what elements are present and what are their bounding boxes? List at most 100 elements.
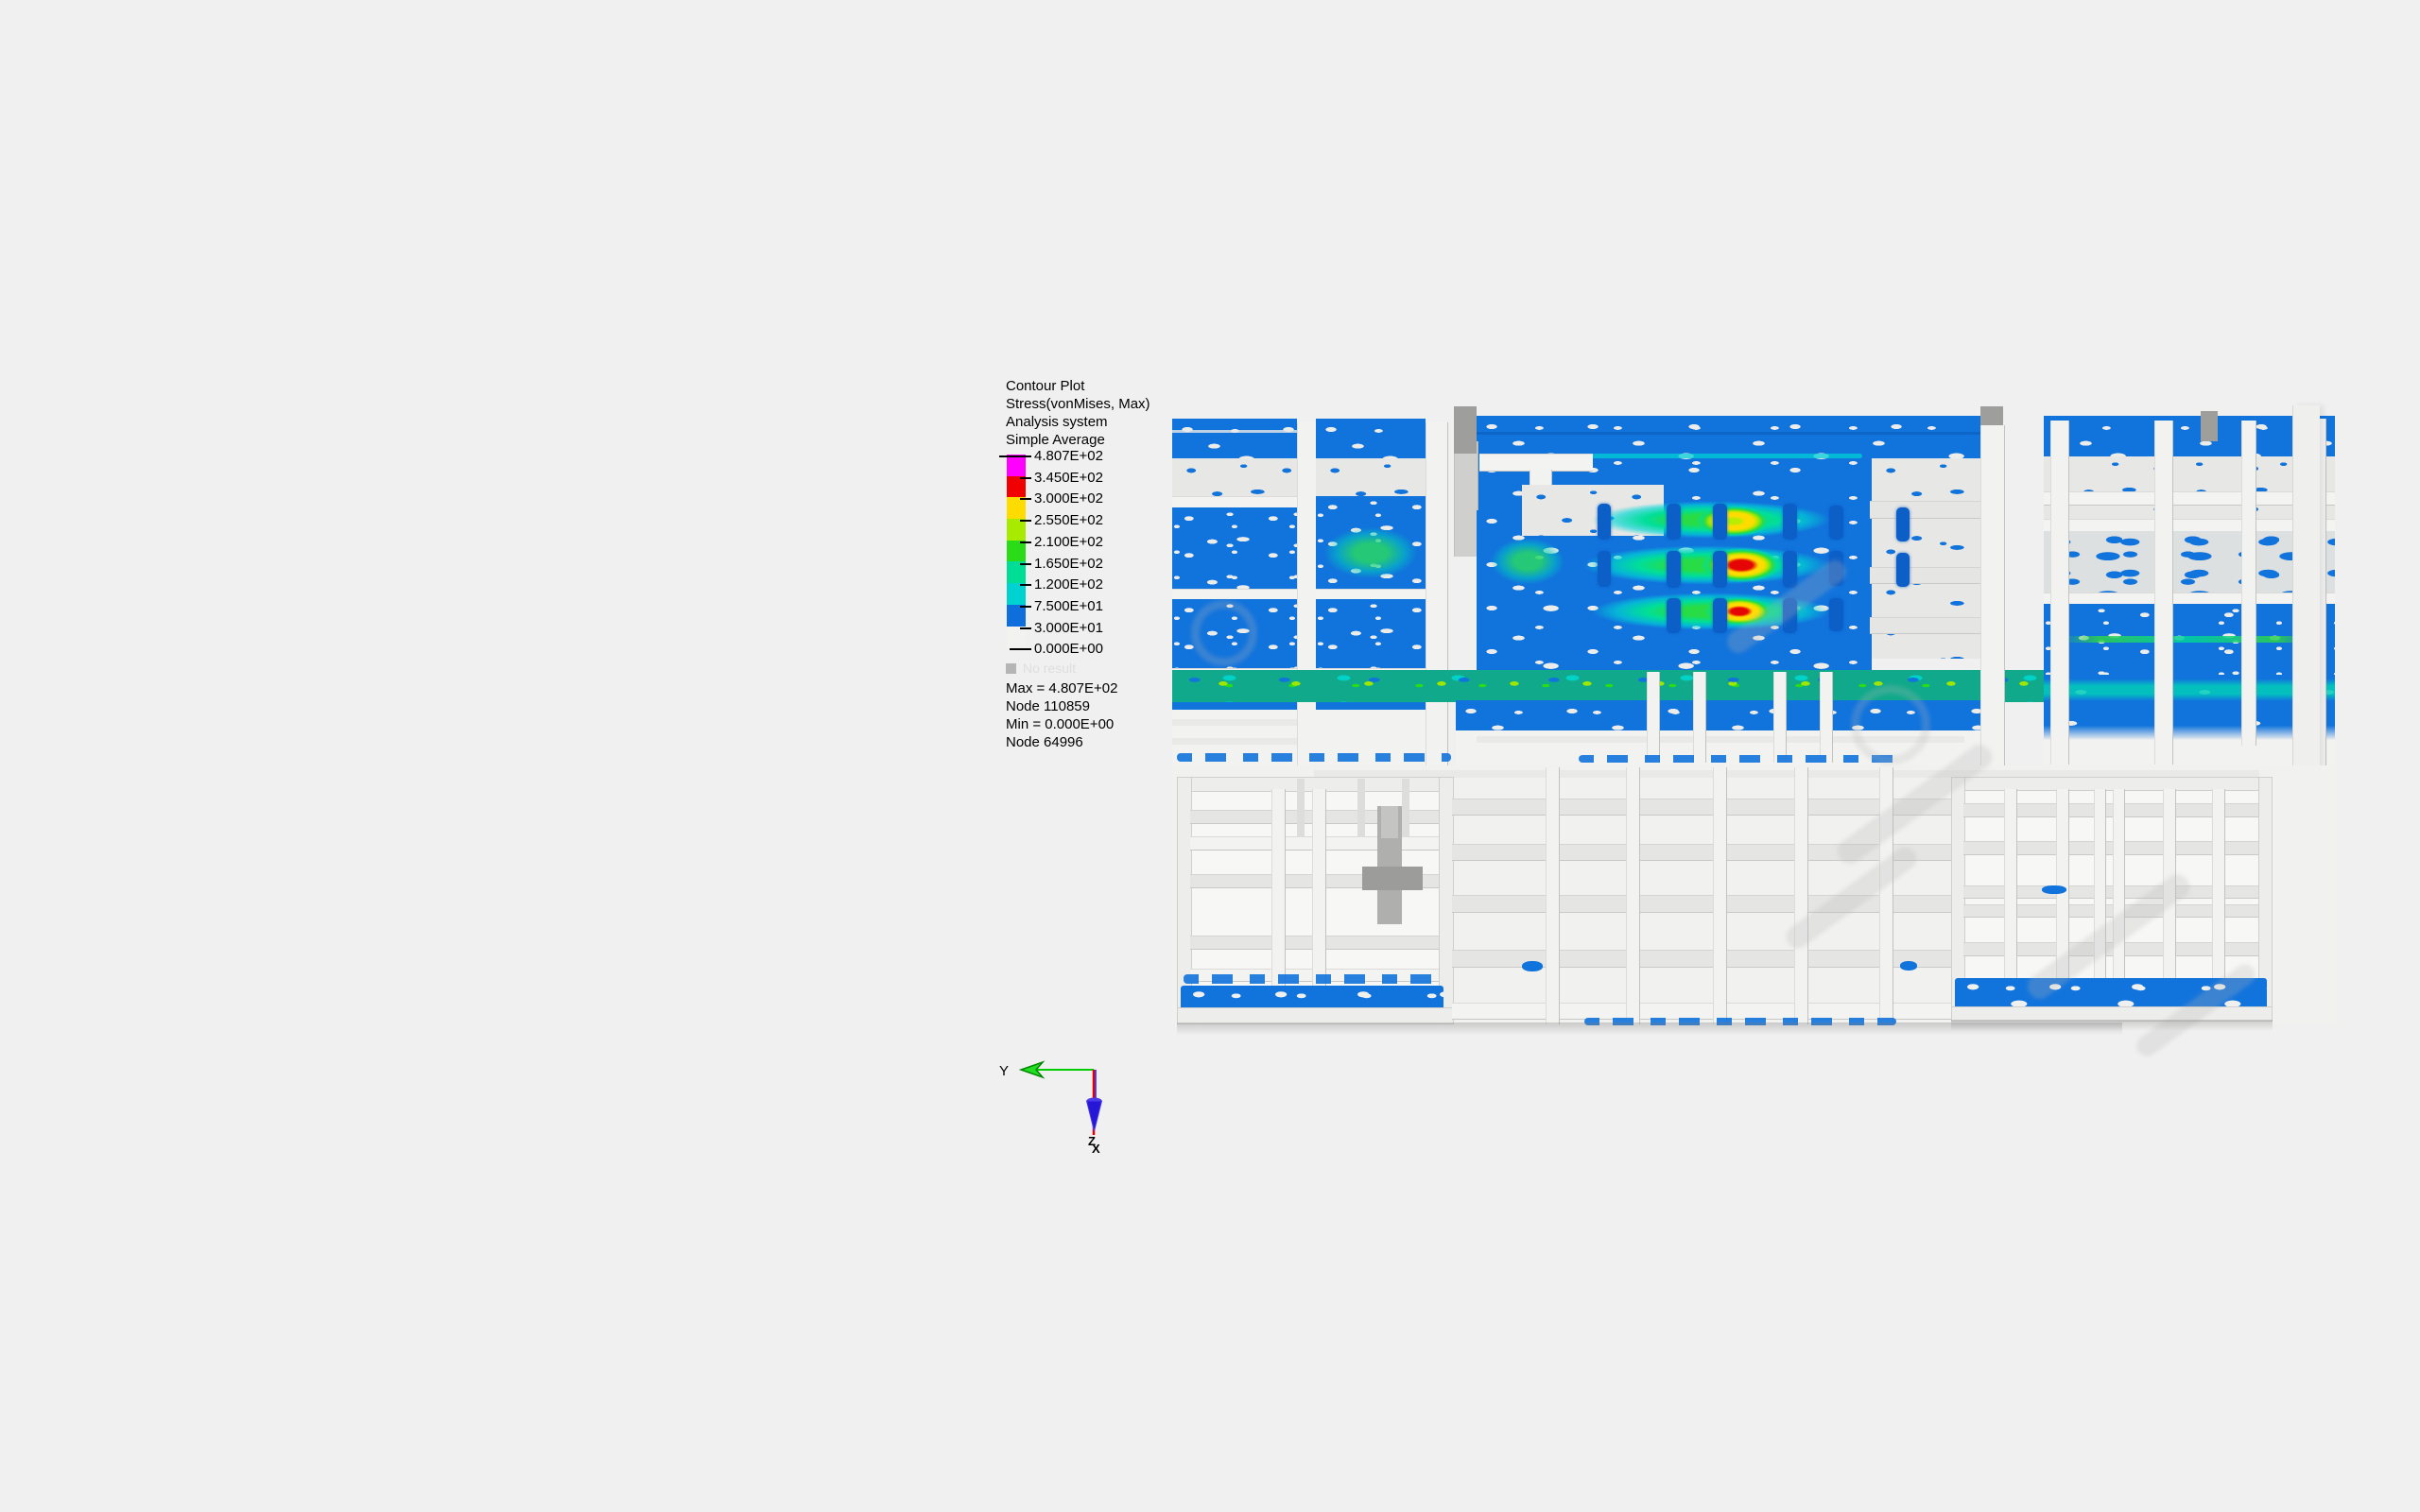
contour-specks	[1522, 961, 1543, 971]
frame-post	[1626, 767, 1640, 1024]
axis-triad: Y Z X	[997, 1054, 1120, 1162]
colorbar-segment	[1007, 455, 1026, 476]
colorbar-value: 3.000E+02	[1034, 490, 1103, 507]
colorbar-tick	[999, 455, 1031, 457]
stress-streak	[1316, 523, 1426, 583]
hyperview-viewport: Contour Plot Stress(vonMises, Max) Analy…	[0, 0, 2420, 1512]
colorbar-segment	[1007, 627, 1026, 648]
frame-post	[2050, 421, 2069, 765]
contour-band	[1316, 458, 1426, 496]
no-result-swatch	[1006, 663, 1016, 674]
frame-post	[1297, 779, 1305, 837]
colorbar-tick	[1020, 584, 1031, 586]
legend-stats: Max = 4.807E+02 Node 110859 Min = 0.000E…	[1006, 679, 1117, 751]
contour-band	[2044, 708, 2335, 740]
frame-post	[1713, 767, 1727, 1024]
frame-post	[1794, 767, 1808, 1024]
colorbar-segment	[1007, 476, 1026, 498]
watermark	[1191, 600, 1257, 666]
frame-post	[1693, 672, 1706, 763]
contour-band	[2044, 456, 2335, 519]
stiffener	[1667, 598, 1681, 633]
contour-band	[1172, 458, 1297, 498]
stress-streak	[1484, 534, 1571, 589]
frame-post	[1402, 779, 1409, 837]
contour-streak	[1477, 432, 1985, 435]
colorbar-tick	[1020, 563, 1031, 565]
stiffener	[1713, 598, 1727, 633]
contour-specks	[1184, 974, 1439, 984]
colorbar-value: 1.200E+02	[1034, 576, 1103, 593]
shadow	[1951, 1020, 2273, 1031]
colorbar-segment	[1007, 519, 1026, 541]
post-cap	[2201, 411, 2218, 441]
contour-band	[1316, 599, 1426, 668]
no-result-row: No result	[1006, 661, 1076, 676]
colorbar-tick	[1020, 520, 1031, 522]
colorbar-value: 7.500E+01	[1034, 597, 1103, 615]
frame-rail	[1452, 799, 1951, 816]
y-axis-label: Y	[999, 1063, 1009, 1079]
stiffener	[1667, 504, 1681, 540]
colorbar-value: 1.650E+02	[1034, 555, 1103, 573]
frame-rail	[1452, 895, 1951, 913]
frame-post	[1773, 672, 1787, 763]
stiffener	[1896, 507, 1910, 541]
contour-band	[1316, 419, 1426, 460]
frame-post	[2241, 421, 2256, 746]
contour-specks	[1579, 755, 1900, 763]
contour-specks	[1900, 961, 1917, 971]
min-node: Node 64996	[1006, 733, 1117, 751]
stiffener	[1713, 504, 1727, 540]
colorbar-tick	[1020, 627, 1031, 629]
frame-rail	[1870, 617, 1993, 634]
max-value: Max = 4.807E+02	[1006, 679, 1117, 697]
contour-streak	[1172, 430, 1297, 433]
colorbar-value: 4.807E+02	[1034, 447, 1103, 465]
watermark	[1851, 685, 1930, 765]
colorbar-segments	[1007, 455, 1026, 647]
colorbar-segment	[1007, 497, 1026, 519]
frame-rail	[2044, 491, 2335, 506]
contour-specks	[2042, 885, 2066, 894]
bracket	[1362, 867, 1423, 890]
colorbar-value: 2.100E+02	[1034, 533, 1103, 551]
frame-post	[1647, 672, 1660, 763]
stiffener	[1896, 553, 1910, 587]
bracket	[1381, 806, 1398, 838]
min-value: Min = 0.000E+00	[1006, 715, 1117, 733]
frame-rail	[1870, 501, 1993, 519]
stiffener	[1598, 551, 1611, 587]
gray-post	[1454, 441, 1478, 557]
frame-post	[1820, 672, 1833, 763]
colorbar-value: 2.550E+02	[1034, 511, 1103, 529]
fea-model[interactable]	[1172, 402, 2337, 1037]
colorbar-tick	[1020, 498, 1031, 500]
stiffener	[1783, 504, 1797, 540]
stiffener	[1598, 504, 1611, 540]
frame-post	[1297, 422, 1318, 766]
colorbar-segment	[1007, 541, 1026, 562]
stiffener	[1667, 551, 1681, 588]
contour-band	[1172, 419, 1297, 460]
stiffener	[1829, 506, 1843, 540]
frame-post	[1357, 779, 1365, 837]
contour-band	[2044, 416, 2335, 461]
frame-post	[1426, 422, 1448, 766]
contour-band	[2044, 531, 2335, 599]
contour-band	[1172, 507, 1297, 591]
stiffener	[1829, 598, 1843, 631]
colorbar-tick	[1020, 477, 1031, 479]
stiffener	[1713, 551, 1727, 588]
colorbar-tick	[1020, 541, 1031, 543]
frame-post	[1546, 767, 1560, 1024]
colorbar-value: 3.000E+01	[1034, 619, 1103, 637]
colorbar-segment	[1007, 583, 1026, 605]
frame-rail	[1172, 738, 1297, 745]
colorbar-value: 3.450E+02	[1034, 469, 1103, 487]
legend-title: Contour Plot	[1006, 377, 1223, 395]
post-cap	[1454, 406, 1477, 454]
z-axis-cone-icon	[1087, 1101, 1102, 1131]
colorbar-segment	[1007, 561, 1026, 583]
stress-hotspot-ring	[1694, 505, 1773, 538]
